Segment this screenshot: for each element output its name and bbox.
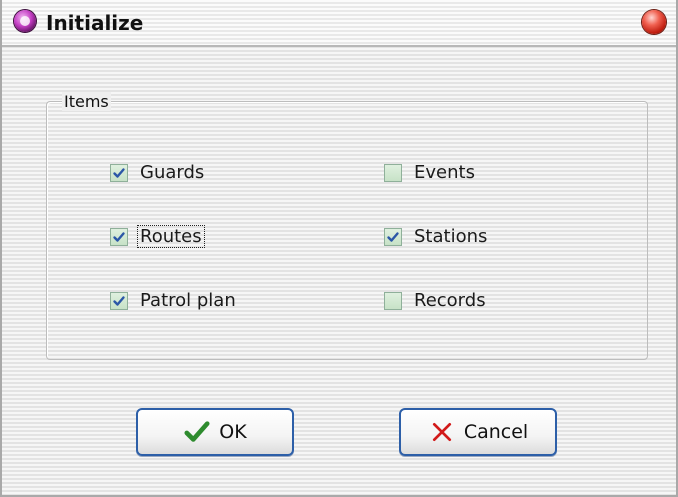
cancel-button[interactable]: Cancel [399, 408, 557, 456]
ok-button-label: OK [219, 421, 247, 443]
checkbox-guards-box[interactable] [110, 163, 128, 182]
checkbox-patrol-plan-label: Patrol plan [140, 290, 236, 311]
window-title: Initialize [46, 11, 144, 35]
checkbox-events[interactable]: Events [384, 162, 477, 183]
checkbox-stations-box[interactable] [384, 227, 402, 246]
checkbox-stations[interactable]: Stations [384, 226, 489, 247]
check-icon [387, 231, 399, 242]
check-icon [113, 167, 125, 178]
app-icon [14, 10, 36, 32]
checkbox-events-label: Events [414, 162, 475, 183]
checkbox-routes-box[interactable] [110, 227, 128, 246]
checkbox-patrol-plan[interactable]: Patrol plan [110, 290, 238, 311]
checkbox-patrol-plan-box[interactable] [110, 291, 128, 310]
checkbox-records[interactable]: Records [384, 290, 488, 311]
items-group-label: Items [62, 92, 111, 111]
checkbox-events-box[interactable] [384, 163, 402, 182]
checkbox-routes[interactable]: Routes [110, 225, 205, 248]
x-icon [428, 418, 456, 446]
checkbox-records-box[interactable] [384, 291, 402, 310]
check-icon [183, 418, 211, 446]
check-icon [113, 231, 125, 242]
title-bar[interactable]: Initialize [2, 0, 676, 47]
checkbox-records-label: Records [414, 290, 486, 311]
cancel-button-label: Cancel [463, 421, 529, 443]
checkbox-guards[interactable]: Guards [110, 162, 206, 183]
initialize-dialog: Initialize Items Guards Events Routes St… [0, 0, 678, 497]
close-button[interactable] [642, 10, 666, 34]
checkbox-stations-label: Stations [414, 226, 488, 247]
ok-button[interactable]: OK [136, 408, 294, 456]
check-icon [113, 295, 125, 306]
checkbox-routes-label: Routes [137, 225, 205, 248]
checkbox-guards-label: Guards [140, 162, 205, 183]
